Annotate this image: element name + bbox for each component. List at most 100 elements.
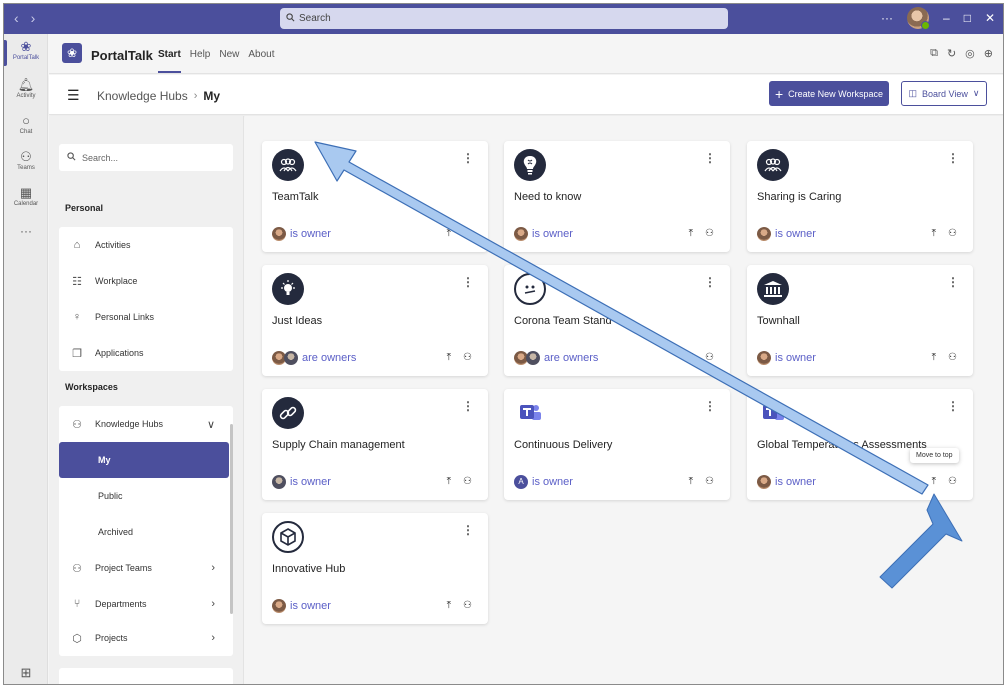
app-name: PortalTalk (91, 48, 153, 63)
teams-small-icon[interactable]: ⚇ (705, 228, 714, 239)
tab-help[interactable]: Help (190, 49, 211, 73)
more-icon[interactable]: ⋮ (462, 523, 474, 537)
hamburger-menu-icon[interactable]: ☰ (67, 87, 80, 104)
workspace-card[interactable]: ⋮ Sharing is Caring is owner ⤒ ⚇ (747, 141, 973, 252)
more-icon[interactable]: ⋮ (462, 399, 474, 413)
global-search-input[interactable]: Search (280, 8, 728, 29)
workspace-card[interactable]: ⋮ Supply Chain management is owner ⤒ ⚇ (262, 389, 488, 500)
sidebar-item-departments[interactable]: ⑂ Departments › (59, 586, 233, 622)
sidebar-item-archived[interactable]: Archived (59, 514, 233, 550)
more-icon[interactable]: ⋮ (462, 275, 474, 289)
workspace-card[interactable]: ⋮ Continuous Delivery A is owner ⤒ ⚇ (504, 389, 730, 500)
card-owner[interactable]: is owner (757, 227, 816, 241)
owner-label: is owner (532, 228, 573, 240)
more-icon[interactable]: ⋮ (947, 275, 959, 289)
move-to-top-icon[interactable]: ⤒ (447, 352, 451, 363)
avatar (526, 351, 540, 365)
teams-small-icon[interactable]: ⚇ (705, 352, 714, 363)
sidebar-scrollbar[interactable] (230, 424, 233, 614)
back-icon[interactable]: ‹ (14, 10, 19, 26)
sidebar-item-project-teams[interactable]: ⚇ Project Teams › (59, 550, 233, 586)
rail-item-label: Teams (17, 165, 35, 171)
maximize-icon[interactable]: □ (964, 11, 971, 25)
breadcrumb-parent[interactable]: Knowledge Hubs (97, 89, 188, 103)
teams-small-icon[interactable]: ⚇ (463, 228, 472, 239)
card-owner[interactable]: are owners (514, 351, 598, 365)
card-owner[interactable]: is owner (757, 475, 816, 489)
sidebar-search-input[interactable]: Search... (59, 144, 233, 171)
teams-small-icon[interactable]: ⚇ (705, 476, 714, 487)
teams-small-icon[interactable]: ⚇ (948, 476, 957, 487)
more-icon[interactable]: ⋮ (462, 151, 474, 165)
workspace-card[interactable]: ⋮ TeamTalk is owner ⤒ ⚇ (262, 141, 488, 252)
shield-icon[interactable]: ◎ (965, 47, 975, 60)
move-to-top-icon[interactable]: ⤒ (689, 352, 693, 363)
sidebar-item-projects[interactable]: ⬡ Projects › (59, 620, 233, 656)
forward-icon[interactable]: › (31, 10, 36, 26)
more-options-icon[interactable]: ··· (881, 11, 893, 25)
move-to-top-icon[interactable]: ⤒ (689, 228, 693, 239)
move-to-top-icon[interactable]: ⤒ (447, 600, 451, 611)
rail-item-teams[interactable]: ⚇ Teams (4, 150, 48, 172)
workspace-card[interactable]: ⋮ Global Temperatures Assessments is own… (747, 389, 973, 500)
minimize-icon[interactable]: – (943, 11, 950, 25)
more-icon[interactable]: ⋮ (947, 151, 959, 165)
workspace-card[interactable]: ⋮ Corona Team Stand are owners ⤒ ⚇ (504, 265, 730, 376)
lightbulb-brain-icon (514, 149, 546, 181)
tab-new[interactable]: New (219, 49, 239, 73)
tab-about[interactable]: About (248, 49, 274, 73)
more-icon[interactable]: ⋮ (947, 399, 959, 413)
move-to-top-icon[interactable]: ⤒ (932, 352, 936, 363)
sidebar-item-public[interactable]: Public (59, 478, 233, 514)
sidebar-item-personal-links[interactable]: ♀ Personal Links (59, 299, 233, 335)
rail-item-activity[interactable]: 🔔︎ Activity (4, 78, 48, 100)
sidebar-item-workplace[interactable]: ☷ Workplace (59, 263, 233, 299)
card-owner[interactable]: A is owner (514, 475, 573, 489)
owner-label: are owners (302, 352, 357, 364)
move-to-top-icon[interactable]: ⤒ (447, 476, 451, 487)
card-owner[interactable]: is owner (272, 475, 331, 489)
tab-start[interactable]: Start (158, 49, 181, 73)
rail-item-calendar[interactable]: ▦ Calendar (4, 186, 48, 208)
create-workspace-button[interactable]: + Create New Workspace (769, 81, 889, 106)
teams-small-icon[interactable]: ⚇ (463, 600, 472, 611)
teams-small-icon[interactable]: ⚇ (948, 352, 957, 363)
move-to-top-icon[interactable]: ⤒ (447, 228, 451, 239)
move-to-top-icon[interactable]: ⤒ (932, 476, 936, 487)
sidebar-item-knowledge-hubs[interactable]: ⚇ Knowledge Hubs ∨ (59, 406, 233, 442)
board-view-icon: ◫ (908, 88, 918, 98)
refresh-icon[interactable]: ↻ (947, 47, 956, 60)
rail-item-portaltalk[interactable]: ❀ PortalTalk (4, 40, 48, 66)
move-to-top-icon[interactable]: ⤒ (689, 476, 693, 487)
close-icon[interactable]: ✕ (985, 11, 995, 25)
card-owner[interactable]: is owner (514, 227, 573, 241)
sidebar-item-applications[interactable]: ❐ Applications (59, 335, 233, 371)
teams-small-icon[interactable]: ⚇ (948, 228, 957, 239)
card-owner[interactable]: is owner (272, 599, 331, 613)
workspace-card[interactable]: ⋮ Need to know is owner ⤒ ⚇ (504, 141, 730, 252)
sidebar-footer-item[interactable] (59, 668, 233, 684)
board-view-dropdown[interactable]: ◫ Board View ∨ (901, 81, 987, 106)
popout-icon[interactable]: ⧉ (930, 47, 938, 60)
more-icon[interactable]: ⋮ (704, 275, 716, 289)
rail-item-chat[interactable]: ○ Chat (4, 114, 48, 136)
rail-item-more[interactable]: ··· (4, 224, 48, 238)
sidebar-item-my[interactable]: My (59, 442, 229, 478)
card-title: Need to know (514, 191, 582, 203)
teams-small-icon[interactable]: ⚇ (463, 352, 472, 363)
create-workspace-label: Create New Workspace (788, 88, 884, 99)
more-icon[interactable]: ⋮ (704, 151, 716, 165)
workspace-card[interactable]: ⋮ Innovative Hub is owner ⤒ ⚇ (262, 513, 488, 624)
card-owner[interactable]: is owner (272, 227, 331, 241)
user-avatar[interactable] (907, 7, 930, 30)
workspace-card[interactable]: ⋮ Just Ideas are owners ⤒ ⚇ (262, 265, 488, 376)
more-icon[interactable]: ⋮ (704, 399, 716, 413)
move-to-top-icon[interactable]: ⤒ (932, 228, 936, 239)
workspace-card[interactable]: ⋮ Townhall is owner ⤒ ⚇ (747, 265, 973, 376)
sidebar-item-activities[interactable]: ⌂ Activities (59, 227, 233, 263)
card-owner[interactable]: is owner (757, 351, 816, 365)
globe-icon[interactable]: ⊕ (984, 47, 993, 60)
rail-item-apps[interactable]: ⊞ (4, 666, 48, 681)
teams-small-icon[interactable]: ⚇ (463, 476, 472, 487)
card-owner[interactable]: are owners (272, 351, 356, 365)
